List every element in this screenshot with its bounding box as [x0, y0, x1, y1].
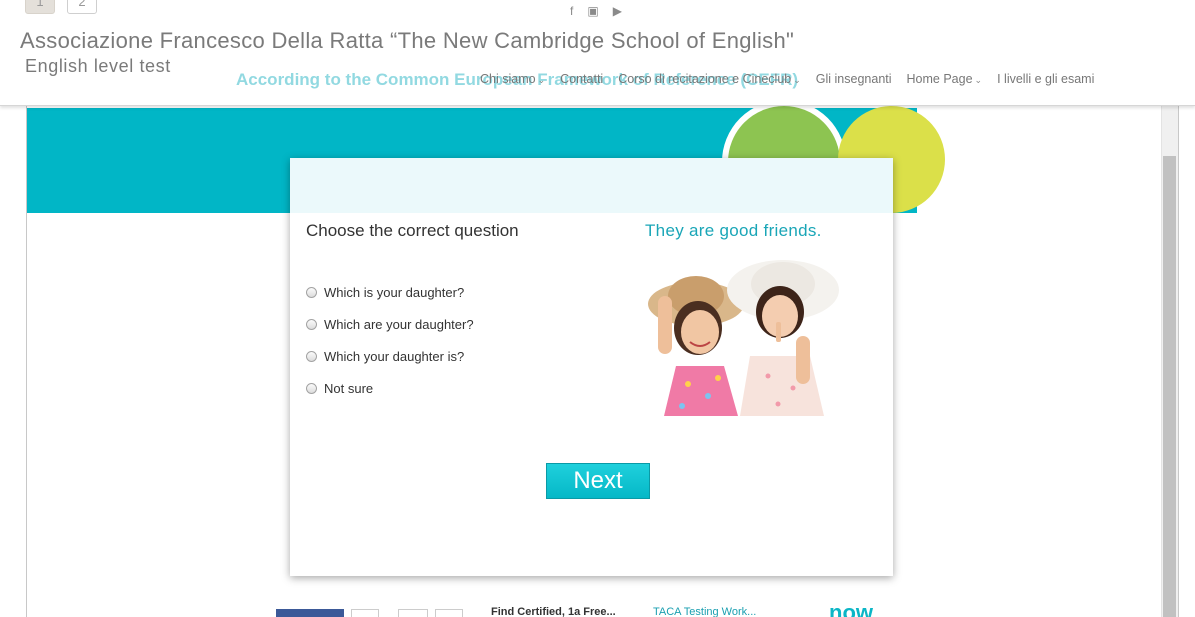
page-1-button[interactable]: 1	[25, 0, 55, 14]
nav-corso-recitazione[interactable]: Corso di recitazione e Cineclub ⌄	[618, 72, 801, 86]
card-header-band	[290, 158, 893, 213]
radio-button[interactable]	[306, 318, 317, 330]
nav-label: Contatti	[560, 72, 604, 86]
brand-logo: now	[829, 600, 873, 617]
instagram-icon[interactable]: ▣	[587, 3, 598, 19]
question-sentence: They are good friends.	[645, 221, 822, 240]
facebook-icon[interactable]: f	[570, 3, 573, 19]
nav-contatti[interactable]: Contatti	[560, 72, 603, 86]
answer-options: Which is your daughter? Which are your d…	[306, 276, 474, 404]
nav-gli-insegnanti[interactable]: Gli insegnanti	[816, 72, 892, 86]
site-subtitle: English level test	[25, 56, 171, 76]
quiz-card: Choose the correct question They are goo…	[290, 158, 893, 576]
nav-chi-siamo[interactable]: Chi siamo ⌄	[480, 72, 545, 86]
answer-label: Which are your daughter?	[324, 316, 474, 332]
vertical-scrollbar[interactable]: ▲	[1161, 80, 1178, 617]
nav-label: I livelli e gli esami	[997, 72, 1095, 86]
main-nav: Chi siamo ⌄ Contatti Corso di recitazione…	[480, 72, 1175, 86]
answer-label: Which is your daughter?	[324, 284, 465, 300]
chevron-down-icon: ⌄	[537, 75, 546, 85]
two-girls-photo	[618, 256, 866, 416]
page-2-button[interactable]: 2	[67, 0, 97, 14]
next-button[interactable]: Next	[546, 463, 650, 499]
chevron-down-icon: ⌄	[974, 75, 983, 85]
site-title[interactable]: Associazione Francesco Della Ratta “The …	[20, 28, 794, 54]
radio-button[interactable]	[306, 286, 317, 298]
nav-label: Gli insegnanti	[815, 72, 892, 86]
youtube-icon[interactable]: ▶	[613, 3, 622, 19]
question-prompt: Choose the correct question	[306, 221, 519, 240]
answer-label: Which your daughter is?	[324, 348, 465, 364]
footer-link[interactable]: TACA Testing Work...	[653, 606, 756, 617]
scrollbar-thumb[interactable]	[1163, 156, 1176, 617]
social-links: f ▣ ▶	[570, 3, 622, 19]
test-iframe: Choose the correct question They are goo…	[26, 79, 1179, 617]
answer-label: Not sure	[324, 380, 374, 396]
footer-text: Find Certified, 1a Free...	[491, 606, 616, 617]
nav-livelli-esami[interactable]: I livelli e gli esami	[997, 72, 1094, 86]
answer-option[interactable]: Which are your daughter?	[306, 308, 474, 340]
nav-home-page[interactable]: Home Page ⌄	[907, 72, 983, 86]
nav-label: Chi siamo	[480, 72, 536, 86]
radio-button[interactable]	[306, 350, 317, 362]
nav-label: Corso di recitazione e Cineclub	[618, 72, 792, 86]
answer-option[interactable]: Not sure	[306, 372, 474, 404]
site-header: 1 2 f ▣ ▶ Associazione Francesco Della R…	[0, 0, 1195, 106]
answer-option[interactable]: Which is your daughter?	[306, 276, 474, 308]
nav-label: Home Page	[906, 72, 973, 86]
answer-option[interactable]: Which your daughter is?	[306, 340, 474, 372]
radio-button[interactable]	[306, 382, 317, 394]
chevron-down-icon: ⌄	[793, 75, 801, 85]
